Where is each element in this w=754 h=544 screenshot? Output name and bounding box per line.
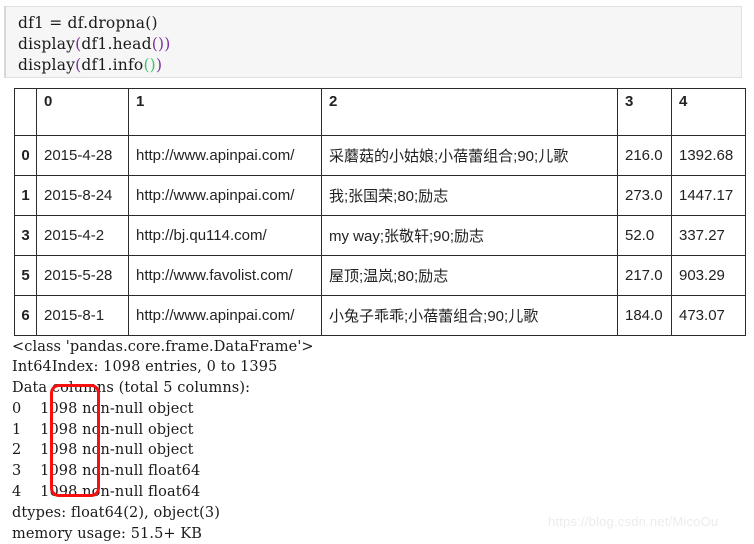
row-index: 6	[15, 296, 37, 336]
cell-col-0: 2015-8-24	[37, 176, 129, 216]
code-token-display: display	[18, 56, 75, 74]
cell-col-4: 1447.17	[672, 176, 746, 216]
dataframe-info-output: <class 'pandas.core.frame.DataFrame'> In…	[12, 337, 314, 544]
table-row: 0 2015-4-28 http://www.apinpai.com/ 采蘑菇的…	[15, 136, 746, 176]
cell-col-2: my way;张敬轩;90;励志	[322, 216, 618, 256]
code-token-close-paren: )	[164, 35, 170, 53]
cell-col-1: http://bj.qu114.com/	[129, 216, 322, 256]
table-row: 6 2015-8-1 http://www.apinpai.com/ 小兔子乖乖…	[15, 296, 746, 336]
cell-col-4: 337.27	[672, 216, 746, 256]
watermark-text: https://blog.csdn.net/MicoOu	[548, 514, 718, 529]
cell-col-2: 我;张国荣;80;励志	[322, 176, 618, 216]
row-index: 5	[15, 256, 37, 296]
column-header-3: 3	[618, 89, 672, 136]
column-header-2: 2	[322, 89, 618, 136]
row-index: 1	[15, 176, 37, 216]
code-token-close-paren: )	[156, 56, 162, 74]
cell-col-1: http://www.apinpai.com/	[129, 296, 322, 336]
cell-col-2: 屋顶;温岚;80;励志	[322, 256, 618, 296]
cell-col-1: http://www.apinpai.com/	[129, 176, 322, 216]
cell-col-3: 273.0	[618, 176, 672, 216]
cell-col-3: 184.0	[618, 296, 672, 336]
row-index: 0	[15, 136, 37, 176]
table-row: 1 2015-8-24 http://www.apinpai.com/ 我;张国…	[15, 176, 746, 216]
cell-col-3: 217.0	[618, 256, 672, 296]
cell-col-0: 2015-4-28	[37, 136, 129, 176]
code-line-3: display(df1.info())	[18, 55, 741, 76]
table-header-row: 0 1 2 3 4	[15, 89, 746, 136]
cell-col-4: 473.07	[672, 296, 746, 336]
row-index: 3	[15, 216, 37, 256]
cell-col-1: http://www.favolist.com/	[129, 256, 322, 296]
code-token-df-info: df1.info	[81, 56, 143, 74]
table-row: 5 2015-5-28 http://www.favolist.com/ 屋顶;…	[15, 256, 746, 296]
column-header-1: 1	[129, 89, 322, 136]
code-line-1: df1 = df.dropna()	[18, 13, 741, 34]
cell-col-4: 903.29	[672, 256, 746, 296]
code-token-df-head: df1.head	[81, 35, 151, 53]
cell-col-4: 1392.68	[672, 136, 746, 176]
code-input-cell[interactable]: df1 = df.dropna() display(df1.head()) di…	[4, 6, 742, 78]
code-token-inner-parens: ()	[152, 35, 165, 53]
code-token-inner-parens: ()	[143, 56, 156, 74]
cell-col-2: 小兔子乖乖;小蓓蕾组合;90;儿歌	[322, 296, 618, 336]
code-line-2: display(df1.head())	[18, 34, 741, 55]
column-header-0: 0	[37, 89, 129, 136]
column-header-4: 4	[672, 89, 746, 136]
cell-col-2: 采蘑菇的小姑娘;小蓓蕾组合;90;儿歌	[322, 136, 618, 176]
cell-col-0: 2015-8-1	[37, 296, 129, 336]
table-row: 3 2015-4-2 http://bj.qu114.com/ my way;张…	[15, 216, 746, 256]
code-token-display: display	[18, 35, 75, 53]
column-header-index	[15, 89, 37, 136]
cell-col-3: 216.0	[618, 136, 672, 176]
cell-col-0: 2015-4-2	[37, 216, 129, 256]
cell-col-3: 52.0	[618, 216, 672, 256]
dataframe-output-table: 0 1 2 3 4 0 2015-4-28 http://www.apinpai…	[14, 88, 746, 336]
cell-col-1: http://www.apinpai.com/	[129, 136, 322, 176]
cell-col-0: 2015-5-28	[37, 256, 129, 296]
